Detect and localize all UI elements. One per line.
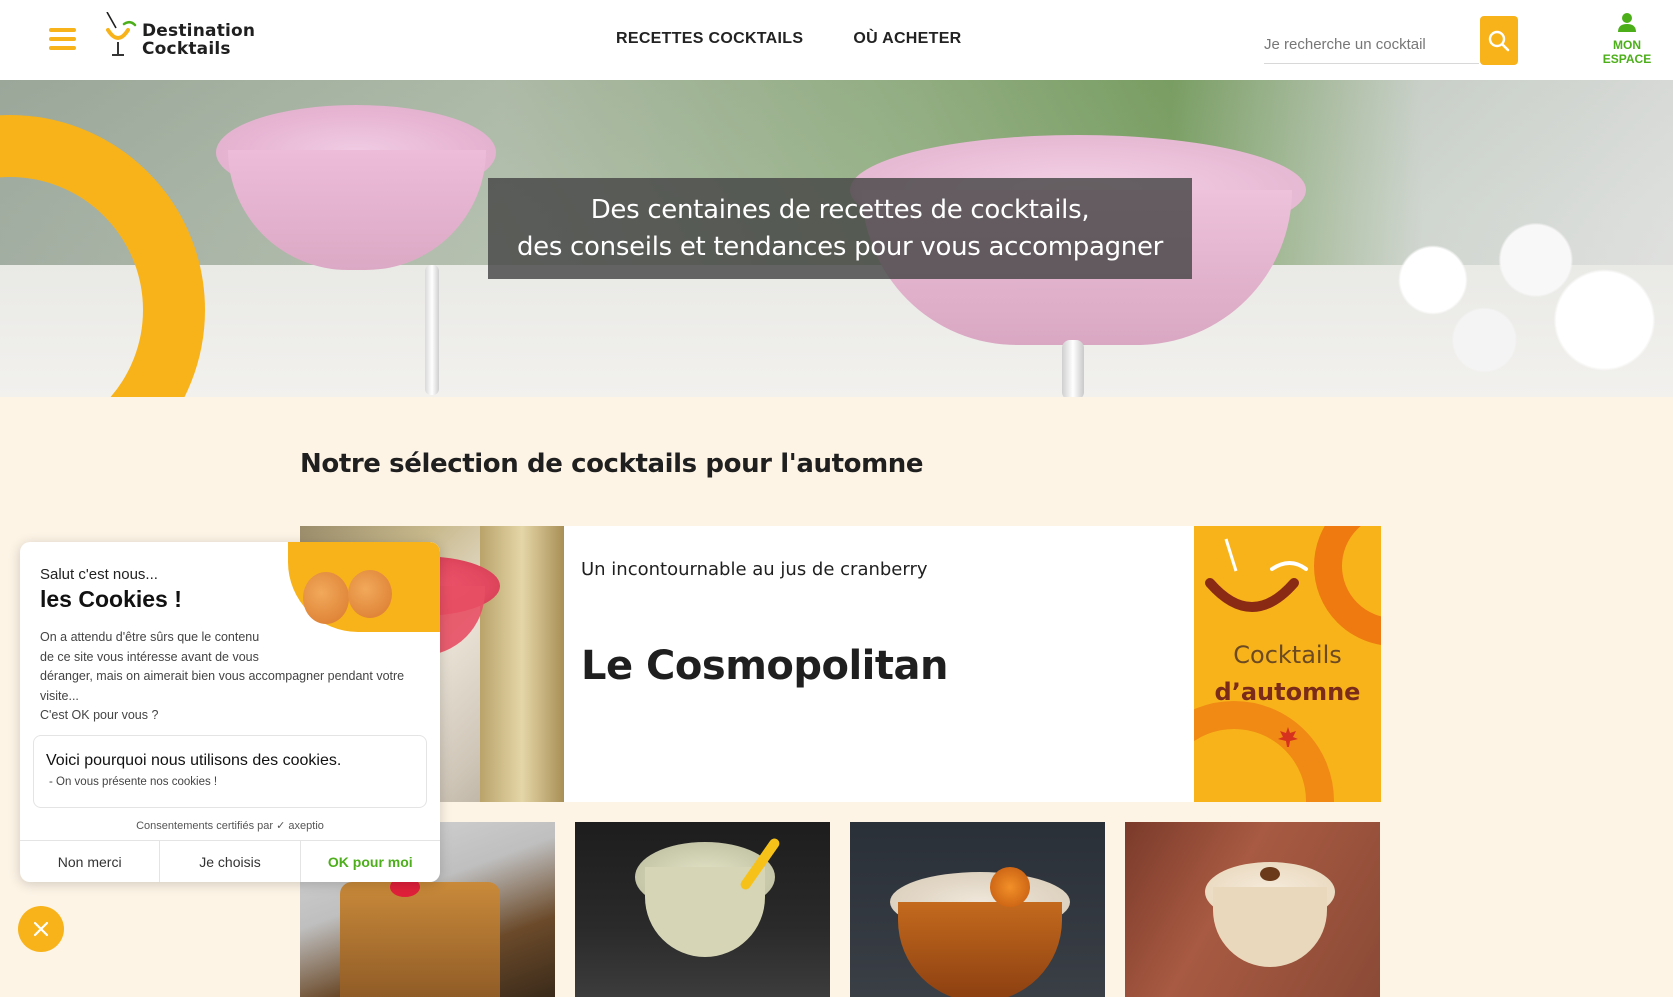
close-icon <box>33 921 49 937</box>
cookie-consent-panel: Salut c'est nous... les Cookies ! On a a… <box>20 542 440 882</box>
cocktail-card-3[interactable] <box>850 822 1105 997</box>
cookie-presentation-link[interactable]: - On vous présente nos cookies ! <box>49 776 217 788</box>
cookie-body-line: de ce site vous intéresse avant de vous <box>40 649 259 664</box>
logo-line-2: Cocktails <box>142 39 231 59</box>
hero-tagline: Des centaines de recettes de cocktails, … <box>488 178 1192 279</box>
cocktail-glass-logo-icon <box>106 12 137 56</box>
cookie-refuse-button[interactable]: Non merci <box>20 841 161 882</box>
logo-wordmark: Destination Cocktails <box>142 22 255 58</box>
hero-tagline-line-2: des conseils et tendances pour vous acco… <box>516 231 1164 262</box>
autumn-cocktails-promo[interactable]: Cocktails d’automne <box>1194 526 1381 802</box>
promo-glass-icon <box>1205 538 1308 612</box>
cookie-buttons: Non merci Je choisis OK pour moi <box>20 840 440 882</box>
cocktail-card-2[interactable] <box>575 822 830 997</box>
site-logo[interactable]: Destination Cocktails <box>104 12 264 60</box>
cocktail-card-4[interactable] <box>1125 822 1380 997</box>
featured-subtitle: Un incontournable au jus de cranberry <box>581 559 928 580</box>
old-fashioned-drink <box>340 882 500 997</box>
cookie-mascot-2 <box>348 570 392 618</box>
cocktail-cards-row <box>300 822 1380 997</box>
user-icon <box>1618 13 1636 32</box>
logo-line-1: Destination <box>142 21 256 41</box>
site-header: Destination Cocktails RECETTES COCKTAILS… <box>0 0 1673 80</box>
cookie-close-button[interactable] <box>18 906 64 952</box>
hero-tagline-line-1: Des centaines de recettes de cocktails, <box>590 194 1090 225</box>
section-title: Notre sélection de cocktails pour l'auto… <box>300 449 924 479</box>
nav-ou-acheter[interactable]: OÙ ACHETER <box>853 30 961 48</box>
cookie-body-line: C'est OK pour vous ? <box>40 708 159 722</box>
featured-title[interactable]: Le Cosmopolitan <box>581 643 948 689</box>
account-link[interactable]: MON ESPACE <box>1590 12 1664 66</box>
hero-glass-left-stem <box>425 265 439 395</box>
cookie-body-line: On a attendu d'être sûrs que le contenu <box>40 630 260 644</box>
account-label-line-1: MON <box>1613 38 1641 52</box>
cookie-certification: Consentements certifiés par ✓ axeptio <box>20 819 440 832</box>
cookie-body-line: visite... <box>40 688 79 703</box>
cookie-body-text: On a attendu d'être sûrs que le contenu … <box>40 628 420 726</box>
search-button[interactable] <box>1480 16 1518 65</box>
search-icon <box>1488 30 1510 51</box>
axeptio-logo-icon: ✓ <box>276 820 289 832</box>
account-label-line-2: ESPACE <box>1602 52 1652 66</box>
promo-arc-top <box>1314 526 1381 646</box>
foamy-drink-bowl <box>898 902 1062 997</box>
maple-leaf-icon <box>1278 727 1298 747</box>
cookie-mascot-1 <box>303 572 349 624</box>
cookie-certification-text: Consentements certifiés par <box>136 820 274 832</box>
promo-line-2: d’automne <box>1214 678 1361 706</box>
cookie-info-box: Voici pourquoi nous utilisons des cookie… <box>33 735 427 808</box>
search-input[interactable] <box>1264 26 1479 64</box>
featured-cocktail-card[interactable]: Un incontournable au jus de cranberry Le… <box>300 526 1381 802</box>
promo-arc-bottom <box>1194 701 1334 802</box>
hero-banner: Des centaines de recettes de cocktails, … <box>0 80 1673 397</box>
cookie-accept-button[interactable]: OK pour moi <box>301 841 440 882</box>
hero-glass-right-stem <box>1062 340 1084 397</box>
nav-recettes-cocktails[interactable]: RECETTES COCKTAILS <box>616 30 803 48</box>
axeptio-label: axeptio <box>288 820 324 832</box>
hero-flowers <box>1330 200 1673 397</box>
cookie-greeting: Salut c'est nous... <box>40 566 158 583</box>
shaker-image-part <box>480 526 564 802</box>
cookie-choose-button[interactable]: Je choisis <box>160 841 301 882</box>
star-anise-garnish <box>1260 867 1280 881</box>
cookie-why-link[interactable]: Voici pourquoi nous utilisons des cookie… <box>46 752 341 770</box>
orange-slice-garnish <box>990 867 1030 907</box>
main-nav: RECETTES COCKTAILS OÙ ACHETER <box>616 30 962 48</box>
search-box <box>1264 16 1518 66</box>
hamburger-menu-icon[interactable] <box>49 28 76 50</box>
promo-line-1: Cocktails <box>1233 641 1342 669</box>
sour-drink-bowl <box>1213 887 1327 967</box>
cookie-headline: les Cookies ! <box>40 586 182 612</box>
cookie-body-line: déranger, mais on aimerait bien vous acc… <box>40 669 405 683</box>
